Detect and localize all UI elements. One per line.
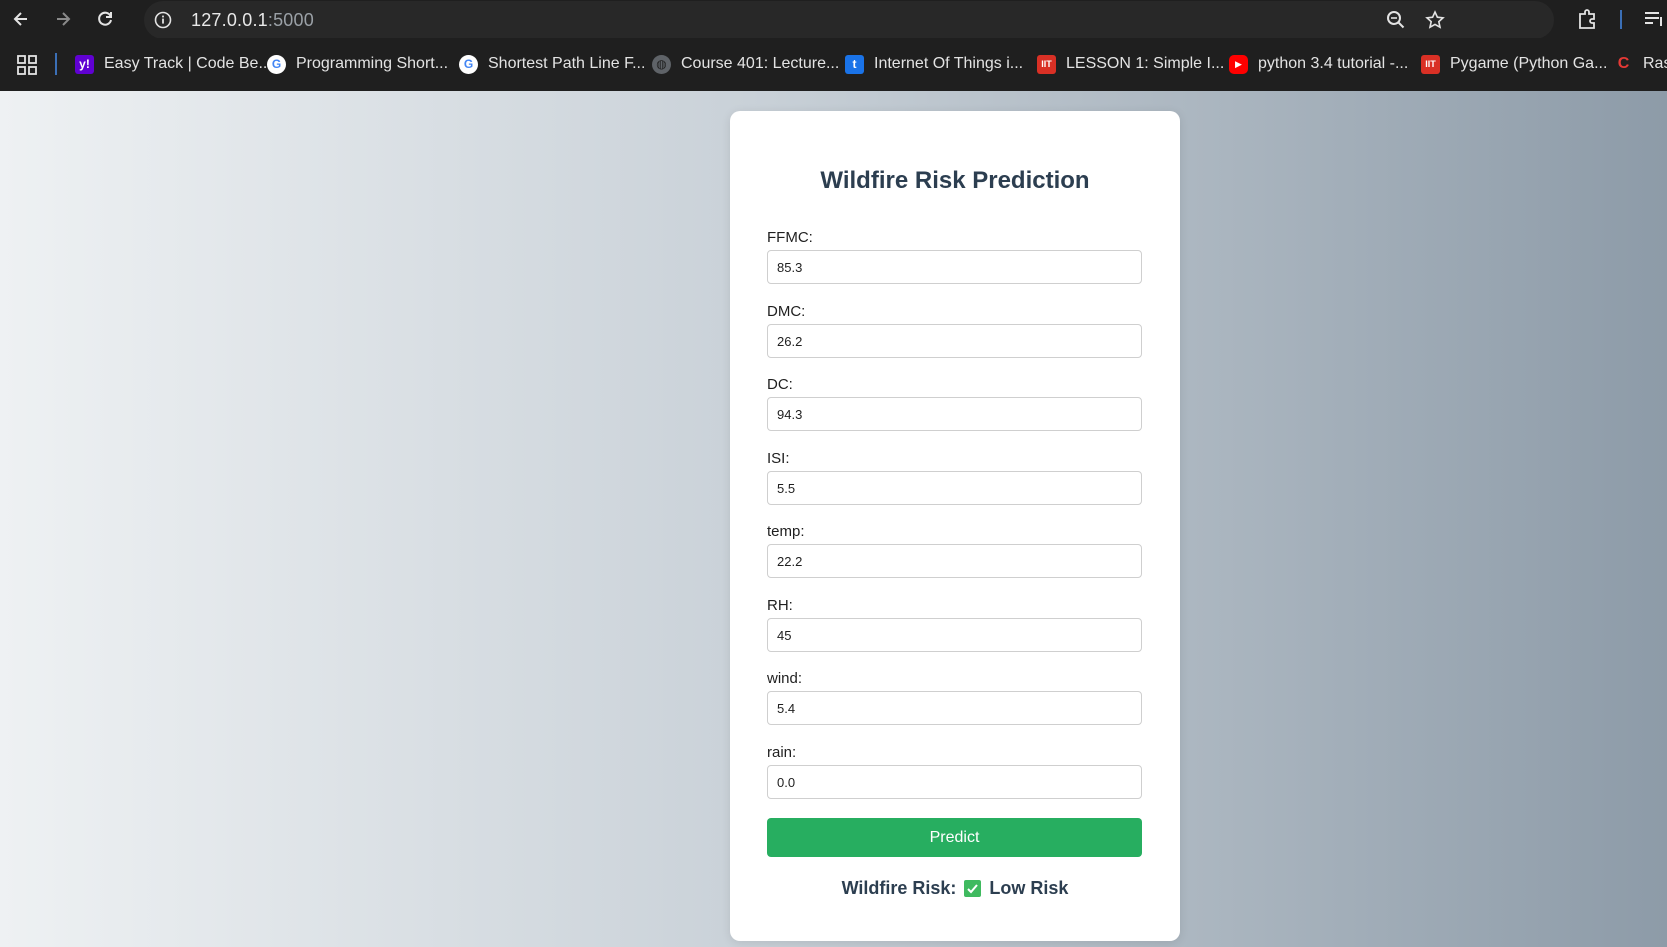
star-icon[interactable] (1425, 10, 1445, 30)
back-button[interactable] (8, 6, 34, 32)
ffmc-label: FFMC: (767, 229, 813, 246)
toolbar-divider (1620, 10, 1622, 29)
arrow-right-icon (57, 12, 71, 26)
bookmark-item[interactable]: G Programming Short... (267, 53, 448, 75)
apps-grid-icon[interactable] (17, 55, 37, 75)
bookmark-label: Easy Track | Code Be... (104, 55, 272, 72)
red-c-icon: C (1617, 55, 1630, 72)
reload-button[interactable] (92, 6, 118, 32)
bookmark-label: Internet Of Things i... (874, 55, 1024, 72)
bookmark-item[interactable]: y! Easy Track | Code Be... (75, 53, 272, 75)
dc-label: DC: (767, 376, 793, 393)
predict-button[interactable]: Predict (767, 818, 1142, 857)
url-host: 127.0.0.1 (191, 10, 268, 30)
extensions-icon[interactable] (1576, 8, 1598, 30)
isi-label: ISI: (767, 450, 790, 467)
page-viewport: Wildfire Risk Prediction FFMC: DMC: DC: … (0, 91, 1667, 947)
bookmark-label: Programming Short... (296, 55, 449, 72)
ffmc-input[interactable] (767, 250, 1142, 284)
arrow-left-icon (13, 12, 27, 26)
globe-icon: ◍ (652, 54, 671, 74)
wind-label: wind: (767, 670, 803, 687)
wind-input[interactable] (767, 691, 1142, 725)
isi-input[interactable] (767, 471, 1142, 505)
temp-label: temp: (767, 523, 805, 540)
bookmark-item[interactable]: C Ras (1614, 53, 1667, 75)
bookmark-item[interactable]: ◍ Course 401: Lecture... (652, 53, 839, 75)
bookmark-label: Ras (1643, 55, 1667, 72)
result-line: Wildfire Risk: Low Risk (730, 878, 1180, 899)
yahoo-icon: y! (75, 54, 94, 74)
rain-label: rain: (767, 744, 797, 761)
url-port: :5000 (267, 10, 314, 30)
bookmark-label: Pygame (Python Ga... (1450, 55, 1608, 72)
zoom-icon[interactable] (1386, 10, 1406, 30)
url-text[interactable]: 127.0.0.1:5000 (191, 10, 314, 31)
reload-icon (98, 11, 112, 26)
bookmark-label: Course 401: Lecture... (681, 55, 840, 72)
bookmark-item[interactable]: IIT LESSON 1: Simple I... (1037, 53, 1224, 75)
dc-input[interactable] (767, 397, 1142, 431)
google-icon: G (267, 54, 286, 74)
result-value: Low Risk (989, 878, 1069, 898)
bookmark-item[interactable]: G Shortest Path Line F... (459, 53, 645, 75)
info-icon[interactable] (154, 11, 172, 29)
forward-button[interactable] (50, 6, 76, 32)
bookmark-label: Shortest Path Line F... (488, 55, 646, 72)
iit-icon: IIT (1037, 54, 1056, 74)
youtube-icon: ▶ (1229, 54, 1248, 74)
rh-label: RH: (767, 597, 793, 614)
bookmarks-divider (55, 53, 57, 75)
dmc-input[interactable] (767, 324, 1142, 358)
dmc-label: DMC: (767, 303, 806, 320)
bookmark-item[interactable]: t Internet Of Things i... (845, 53, 1023, 75)
bookmark-label: python 3.4 tutorial -... (1258, 55, 1409, 72)
browser-toolbar: 127.0.0.1:5000 (0, 0, 1667, 39)
address-bar[interactable]: 127.0.0.1:5000 (144, 1, 1554, 39)
bookmark-item[interactable]: IIT Pygame (Python Ga... (1421, 53, 1607, 75)
rain-input[interactable] (767, 765, 1142, 799)
page-title: Wildfire Risk Prediction (820, 167, 1090, 194)
rh-input[interactable] (767, 618, 1142, 652)
temp-input[interactable] (767, 544, 1142, 578)
prediction-card: Wildfire Risk Prediction FFMC: DMC: DC: … (730, 111, 1180, 941)
bookmark-label: LESSON 1: Simple I... (1066, 55, 1225, 72)
reading-list-icon[interactable] (1643, 8, 1665, 30)
google-icon: G (459, 54, 478, 74)
t-icon: t (845, 54, 864, 74)
iit-icon: IIT (1421, 54, 1440, 74)
bookmark-item[interactable]: ▶ python 3.4 tutorial -... (1229, 53, 1408, 75)
result-label: Wildfire Risk: (841, 878, 957, 898)
checkmark-icon (964, 880, 982, 897)
